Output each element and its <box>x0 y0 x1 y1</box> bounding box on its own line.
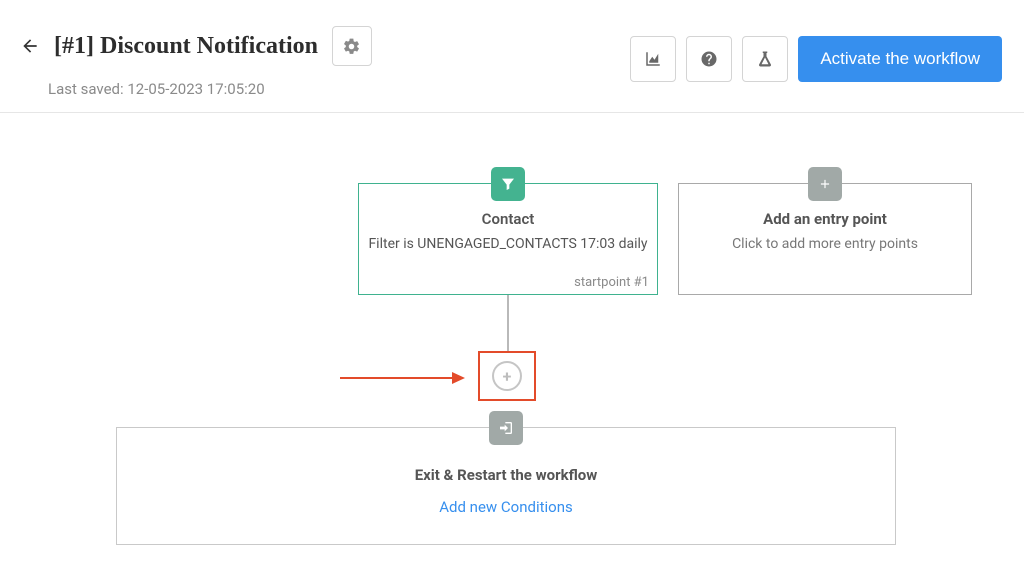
filter-icon <box>491 167 525 201</box>
title-row: [#1] Discount Notification <box>20 26 372 66</box>
annotation-arrow-icon <box>340 368 465 388</box>
page-title: [#1] Discount Notification <box>54 33 318 60</box>
add-conditions-link[interactable]: Add new Conditions <box>117 498 895 516</box>
add-entry-desc: Click to add more entry points <box>679 236 971 252</box>
help-icon <box>700 50 718 68</box>
workflow-canvas: Contact Filter is UNENGAGED_CONTACTS 17:… <box>0 113 1024 583</box>
header: [#1] Discount Notification Last saved: 1… <box>0 0 1024 113</box>
add-entry-point-node[interactable]: Add an entry point Click to add more ent… <box>678 183 972 295</box>
last-saved-text: Last saved: 12-05-2023 17:05:20 <box>48 80 372 98</box>
plus-icon <box>808 167 842 201</box>
settings-button[interactable] <box>332 26 372 66</box>
add-entry-title: Add an entry point <box>679 210 971 228</box>
back-arrow-icon[interactable] <box>20 36 40 56</box>
test-button[interactable] <box>742 36 788 82</box>
header-left: [#1] Discount Notification Last saved: 1… <box>20 26 372 98</box>
stats-button[interactable] <box>630 36 676 82</box>
exit-node: Exit & Restart the workflow Add new Cond… <box>116 427 896 545</box>
exit-node-title: Exit & Restart the workflow <box>117 466 895 484</box>
connector-line <box>507 295 509 353</box>
activate-button[interactable]: Activate the workflow <box>798 36 1002 82</box>
plus-circle-icon: + <box>492 361 522 391</box>
entry-node-footer: startpoint #1 <box>574 275 649 290</box>
entry-node-desc: Filter is UNENGAGED_CONTACTS 17:03 daily <box>359 236 657 252</box>
entry-point-node[interactable]: Contact Filter is UNENGAGED_CONTACTS 17:… <box>358 183 658 295</box>
chart-icon <box>644 50 662 68</box>
gear-icon <box>342 37 361 56</box>
header-right: Activate the workflow <box>630 36 1002 82</box>
help-button[interactable] <box>686 36 732 82</box>
entry-node-title: Contact <box>359 210 657 228</box>
exit-icon <box>489 411 523 445</box>
add-step-button[interactable]: + <box>478 351 536 401</box>
flask-icon <box>756 50 774 68</box>
